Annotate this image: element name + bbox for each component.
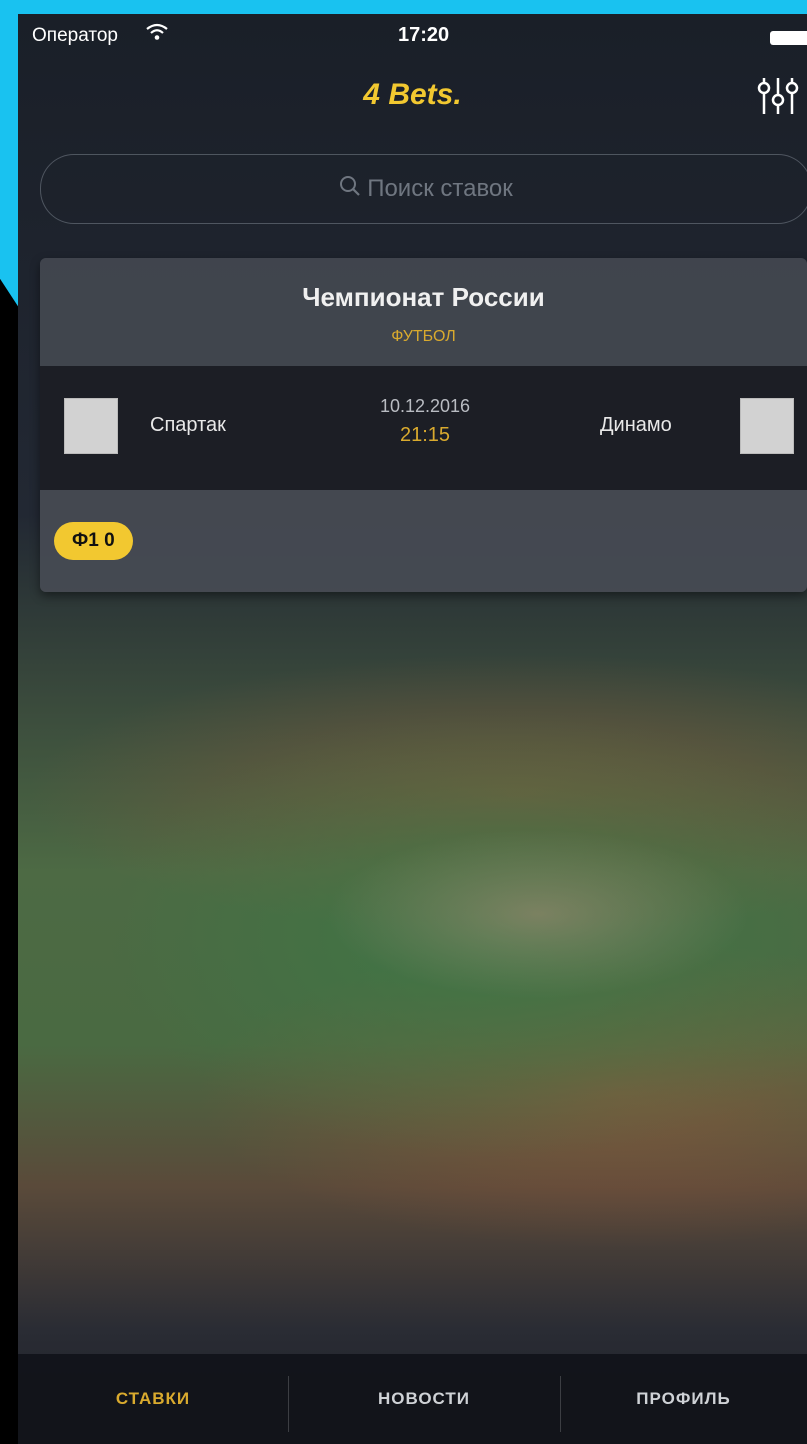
away-team-logo: [740, 398, 794, 454]
sliders-icon[interactable]: [756, 74, 804, 118]
bet-card[interactable]: Чемпионат России ФУТБОЛ Спартак 10.12.20…: [40, 258, 807, 592]
bet-chip[interactable]: Ф1 0: [54, 522, 133, 560]
tab-news[interactable]: НОВОСТИ: [288, 1354, 560, 1444]
sport-label: ФУТБОЛ: [391, 328, 456, 345]
carrier-label: Оператор: [32, 25, 118, 46]
tab-bets[interactable]: СТАВКИ: [18, 1354, 288, 1444]
tab-bar: СТАВКИ НОВОСТИ ПРОФИЛЬ: [18, 1354, 807, 1444]
home-team-logo: [64, 398, 118, 454]
match-date: 10.12.2016: [379, 396, 471, 416]
app-logo: 4 Bets.: [363, 78, 462, 111]
battery-icon: [770, 31, 807, 45]
home-team-name: Спартак: [150, 414, 226, 436]
clock: 17:20: [398, 24, 450, 46]
league-title: Чемпионат России: [302, 282, 545, 312]
search-input[interactable]: Поиск ставок: [40, 154, 807, 224]
nav-bar: 4 Bets.: [18, 60, 807, 140]
wifi-icon: [146, 23, 168, 46]
match-time: 21:15: [399, 424, 451, 446]
search-icon: [339, 175, 361, 204]
app-screen: Оператор 17:20 4 Bets. Поиск ставок Чемп…: [18, 14, 807, 1444]
card-footer: Ф1 0: [40, 490, 807, 592]
away-team-name: Динамо: [600, 414, 672, 436]
device-frame: Оператор 17:20 4 Bets. Поиск ставок Чемп…: [0, 0, 807, 1444]
tab-profile[interactable]: ПРОФИЛЬ: [560, 1354, 807, 1444]
match-row[interactable]: Спартак 10.12.2016 21:15 Динамо: [40, 366, 807, 490]
status-bar: Оператор 17:20: [18, 14, 807, 60]
background-strip: [0, 0, 807, 14]
card-header: Чемпионат России ФУТБОЛ: [40, 258, 807, 366]
search-placeholder: Поиск ставок: [367, 175, 513, 202]
